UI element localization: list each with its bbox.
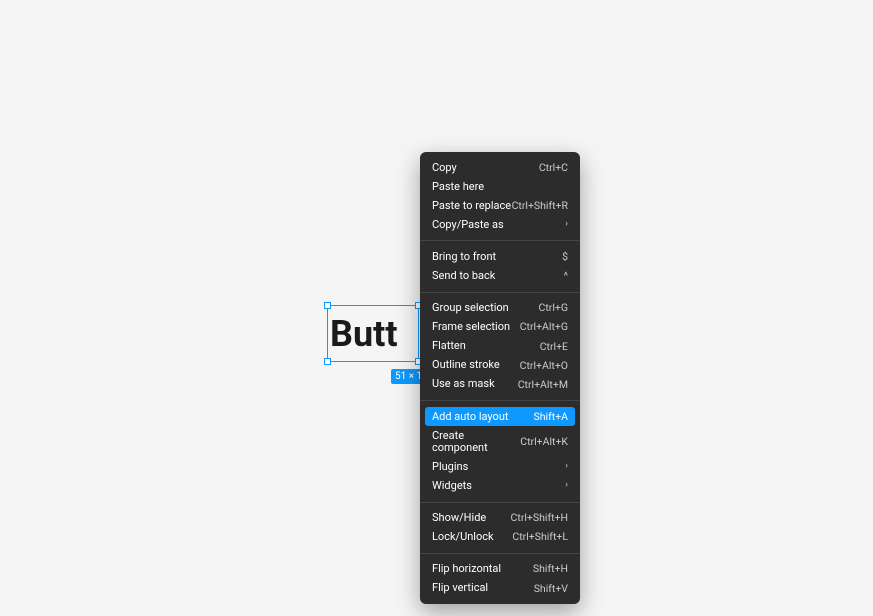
menu-item-label: Paste here — [432, 181, 484, 193]
menu-item-label: Flip horizontal — [432, 563, 501, 575]
menu-item-label: Copy/Paste as — [432, 219, 504, 231]
menu-item-widgets[interactable]: Widgets › — [420, 476, 580, 495]
menu-item-label: Flatten — [432, 340, 466, 352]
menu-item-shortcut: Ctrl+Alt+K — [520, 436, 568, 448]
menu-item-send-to-back[interactable]: Send to back ^ — [420, 266, 580, 285]
menu-item-shortcut: Shift+A — [534, 411, 568, 423]
text-content: Butt — [330, 313, 398, 355]
menu-item-label: Bring to front — [432, 251, 496, 263]
context-menu[interactable]: CopyCtrl+CPaste herePaste to replaceCtrl… — [420, 152, 580, 604]
menu-item-flatten[interactable]: Flatten Ctrl+E — [420, 337, 580, 356]
menu-item-shortcut: Ctrl+Alt+O — [520, 360, 568, 372]
menu-item-shortcut: Shift+V — [534, 583, 568, 595]
menu-item-add-auto-layout[interactable]: Add auto layout Shift+A — [425, 407, 575, 426]
menu-item-label: Show/Hide — [432, 512, 486, 524]
menu-item-copy-paste-as[interactable]: Copy/Paste as › — [420, 215, 580, 234]
menu-item-shortcut: Ctrl+Alt+M — [518, 379, 568, 391]
menu-item-outline-stroke[interactable]: Outline stroke Ctrl+Alt+O — [420, 356, 580, 375]
menu-item-shortcut: Shift+H — [533, 563, 568, 575]
menu-item-flip-vertical[interactable]: Flip vertical Shift+V — [420, 579, 580, 598]
menu-item-label: Copy — [432, 162, 457, 174]
menu-item-label: Group selection — [432, 302, 509, 314]
menu-item-frame-selection[interactable]: Frame selection Ctrl+Alt+G — [420, 318, 580, 337]
menu-item-label: Plugins — [432, 461, 468, 473]
menu-item-shortcut: Ctrl+C — [539, 162, 568, 174]
menu-item-copy[interactable]: Copy Ctrl+C — [420, 158, 580, 177]
menu-item-label: Widgets — [432, 480, 472, 492]
menu-item-label: Use as mask — [432, 378, 495, 390]
menu-item-paste-to-replace[interactable]: Paste to replaceCtrl+Shift+R — [420, 196, 580, 215]
menu-item-label: Add auto layout — [432, 411, 509, 423]
menu-item-label: Outline stroke — [432, 359, 500, 371]
chevron-right-icon: › — [565, 462, 568, 472]
menu-item-group-selection[interactable]: Group selection Ctrl+G — [420, 299, 580, 318]
menu-item-label: Create component — [432, 430, 520, 454]
menu-item-shortcut: Ctrl+Shift+L — [512, 531, 568, 543]
menu-item-use-as-mask[interactable]: Use as mask Ctrl+Alt+M — [420, 375, 580, 394]
menu-separator — [420, 553, 580, 554]
menu-item-shortcut: Ctrl+Shift+H — [511, 512, 568, 524]
menu-item-shortcut: Ctrl+Shift+R — [512, 200, 568, 212]
selected-text-layer[interactable]: Butt — [327, 305, 419, 362]
menu-item-shortcut: Ctrl+Alt+G — [520, 321, 568, 333]
menu-item-label: Lock/Unlock — [432, 531, 494, 543]
menu-item-bring-to-front[interactable]: Bring to front $ — [420, 247, 580, 266]
menu-item-lock-unlock[interactable]: Lock/Unlock Ctrl+Shift+L — [420, 528, 580, 547]
chevron-right-icon: › — [565, 220, 568, 230]
resize-handle-bottom-left[interactable] — [324, 358, 331, 365]
menu-item-label: Frame selection — [432, 321, 510, 333]
menu-separator — [420, 502, 580, 503]
menu-item-paste-here[interactable]: Paste here — [420, 177, 580, 196]
menu-separator — [420, 292, 580, 293]
menu-item-shortcut: Ctrl+E — [540, 341, 568, 353]
menu-item-create-component[interactable]: Create componentCtrl+Alt+K — [420, 426, 580, 457]
menu-item-flip-horizontal[interactable]: Flip horizontal Shift+H — [420, 560, 580, 579]
menu-separator — [420, 240, 580, 241]
menu-item-plugins[interactable]: Plugins › — [420, 457, 580, 476]
menu-separator — [420, 400, 580, 401]
menu-item-shortcut: $ — [562, 251, 568, 263]
menu-item-shortcut: ^ — [564, 270, 568, 282]
menu-item-label: Send to back — [432, 270, 495, 282]
menu-item-label: Paste to replace — [432, 200, 511, 212]
menu-item-label: Flip vertical — [432, 582, 488, 594]
chevron-right-icon: › — [565, 481, 568, 491]
menu-item-shortcut: Ctrl+G — [539, 302, 569, 314]
resize-handle-top-left[interactable] — [324, 302, 331, 309]
menu-item-show-hide[interactable]: Show/Hide Ctrl+Shift+H — [420, 509, 580, 528]
